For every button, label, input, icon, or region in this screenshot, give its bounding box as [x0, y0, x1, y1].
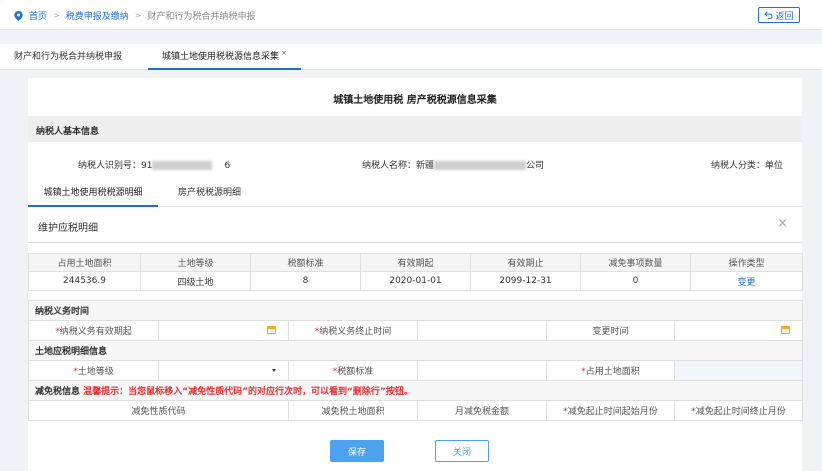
land-area-input[interactable]: [673, 360, 804, 381]
label-text: 土地等级: [77, 367, 114, 377]
column-header: 操作类型: [690, 253, 803, 272]
column-header: 减免税土地面积: [288, 400, 418, 421]
tab-close-icon[interactable]: ×: [281, 49, 287, 57]
tab-label: 城镇土地使用税税源信息采集: [162, 52, 280, 62]
column-header: 有效期起: [360, 253, 471, 272]
back-button-label: 返回: [775, 11, 794, 22]
obligation-start-input[interactable]: [158, 320, 289, 341]
column-header: *减免起止时间终止月份: [673, 400, 804, 421]
group-title: 土地应税明细信息: [27, 340, 804, 361]
column-header: 有效期止: [470, 253, 581, 272]
change-time-input[interactable]: [673, 320, 804, 341]
close-button[interactable]: 关闭: [435, 440, 489, 462]
taxpayer-type-label: 纳税人分类：: [711, 161, 766, 171]
maintain-header: 维护应税明细: [28, 207, 802, 243]
land-grade-select[interactable]: [158, 360, 289, 381]
taxpayer-section-header: 纳税人基本信息: [28, 116, 802, 142]
edit-form: 纳税义务时间 *纳税义务有效期起 *纳税义务终止时间 变更时间 土地应税明细信息…: [27, 300, 804, 421]
change-time-label: 变更时间: [546, 320, 675, 341]
column-header: 土地等级: [140, 253, 251, 272]
maintain-title: 维护应税明细: [38, 223, 98, 234]
save-button[interactable]: 保存: [330, 440, 384, 462]
column-header: 税额标准: [250, 253, 361, 272]
column-header: 月减免税金额: [417, 400, 547, 421]
taxpayer-id-suffix: 6: [224, 161, 231, 171]
breadcrumb-tax-filing[interactable]: 税费申报及缴纳: [66, 9, 129, 22]
column-header: 减免性质代码: [28, 400, 289, 421]
label-text: 纳税义务有效期起: [59, 327, 132, 337]
obligation-end-label: *纳税义务终止时间: [288, 320, 418, 341]
back-arrow-icon: [764, 11, 774, 19]
top-bar: 首页 > 税费申报及缴纳 > 财产和行为税合并纳税申报 返回: [0, 0, 822, 30]
breadcrumb-separator: >: [134, 11, 142, 20]
group-title: 减免税信息: [35, 387, 81, 397]
valid-to-cell: 2099-12-31: [470, 271, 581, 291]
taxpayer-type: 纳税人分类：单位: [711, 158, 783, 171]
relief-count-cell: 0: [580, 271, 691, 291]
tax-rate-input[interactable]: [417, 360, 547, 381]
column-header: *减免起止时间起始月份: [546, 400, 675, 421]
tab-land-tax-collection[interactable]: 城镇土地使用税税源信息采集 ×: [148, 44, 301, 70]
tab-land-tax-detail[interactable]: 城镇土地使用税税源明细: [28, 179, 158, 207]
relief-header-row: 减免性质代码 减免税土地面积 月减免税金额 *减免起止时间起始月份 *减免起止时…: [28, 400, 804, 421]
column-header: 减免事项数量: [580, 253, 691, 272]
taxpayer-id-label: 纳税人识别号：: [78, 161, 142, 171]
taxpayer-id-prefix: 91: [141, 161, 153, 171]
chevron-down-icon: [272, 368, 276, 372]
taxpayer-name-label: 纳税人名称：: [362, 161, 417, 171]
table-row: 244536.9 四级土地 8 2020-01-01 2099-12-31 0 …: [28, 271, 803, 291]
taxpayer-type-value: 单位: [765, 161, 784, 171]
calendar-icon[interactable]: [781, 326, 791, 334]
location-pin-icon: [14, 10, 23, 21]
land-area-label: *占用土地面积: [546, 360, 675, 381]
taxpayer-id: 纳税人识别号：91 6: [78, 158, 230, 171]
taxpayer-name-suffix: 公司: [526, 161, 545, 171]
land-detail-row: *土地等级 *税额标准 *占用土地面积: [28, 360, 804, 381]
tab-combined-filing[interactable]: 财产和行为税合并纳税申报: [14, 44, 122, 70]
taxpayer-name-prefix: 新疆: [416, 161, 435, 171]
label-text: 税额标准: [337, 367, 374, 377]
calendar-icon[interactable]: [267, 326, 276, 334]
land-grade-label: *土地等级: [28, 360, 159, 381]
land-group-row: 土地应税明细信息: [27, 340, 804, 361]
group-title: 纳税义务时间: [27, 300, 804, 321]
redacted-block: [434, 161, 527, 170]
tax-rate-label: *税额标准: [288, 360, 418, 381]
land-grade-cell: 四级土地: [140, 271, 251, 291]
relief-title-cell: 减免税信息 温馨提示：当您鼠标移入“减免性质代码”的对应行次时，可以看到“删除行…: [27, 380, 804, 401]
breadcrumb-current: 财产和行为税合并纳税申报: [147, 12, 256, 22]
relief-group-row: 减免税信息 温馨提示：当您鼠标移入“减免性质代码”的对应行次时，可以看到“删除行…: [27, 380, 804, 401]
close-icon[interactable]: ×: [777, 217, 788, 230]
table-header-row: 占用土地面积 土地等级 税额标准 有效期起 有效期止 减免事项数量 操作类型: [28, 253, 803, 272]
redacted-block: [152, 161, 213, 170]
land-area-cell: 244536.9: [28, 271, 141, 291]
label-text: 纳税义务终止时间: [319, 327, 392, 337]
obligation-end-input[interactable]: [417, 320, 547, 341]
valid-from-cell: 2020-01-01: [360, 271, 471, 291]
sub-tabs: 城镇土地使用税税源明细 房产税税源明细: [28, 179, 802, 207]
tab-property-tax-detail[interactable]: 房产税税源明细: [178, 179, 241, 207]
back-button[interactable]: 返回: [758, 7, 800, 23]
obligation-start-label: *纳税义务有效期起: [28, 320, 159, 341]
column-header: 占用土地面积: [28, 253, 141, 272]
obligation-row: *纳税义务有效期起 *纳税义务终止时间 变更时间: [28, 320, 804, 341]
tax-detail-table: 占用土地面积 土地等级 税额标准 有效期起 有效期止 减免事项数量 操作类型 2…: [28, 253, 803, 291]
tax-rate-cell: 8: [250, 271, 361, 291]
breadcrumb-home[interactable]: 首页: [29, 9, 47, 22]
main-panel: 城镇土地使用税 房产税税源信息采集 纳税人基本信息 纳税人识别号：91 6 纳税人…: [27, 78, 804, 471]
page-tabs: 财产和行为税合并纳税申报 城镇土地使用税税源信息采集 ×: [0, 44, 822, 70]
taxpayer-name: 纳税人名称：新疆 公司: [362, 158, 544, 171]
breadcrumb-separator: >: [53, 11, 60, 20]
tab-label: 财产和行为税合并纳税申报: [14, 52, 123, 62]
breadcrumb: 首页 > 税费申报及缴纳 > 财产和行为税合并纳税申报: [14, 9, 255, 22]
page-title: 城镇土地使用税 房产税税源信息采集: [333, 95, 497, 106]
relief-tip: 温馨提示：当您鼠标移入“减免性质代码”的对应行次时，可以看到“删除行”按钮。: [83, 387, 413, 397]
section-title: 纳税人基本信息: [36, 127, 100, 137]
change-link[interactable]: 变更: [690, 271, 803, 291]
obligation-group-row: 纳税义务时间: [27, 300, 804, 321]
label-text: 占用土地面积: [585, 367, 640, 377]
